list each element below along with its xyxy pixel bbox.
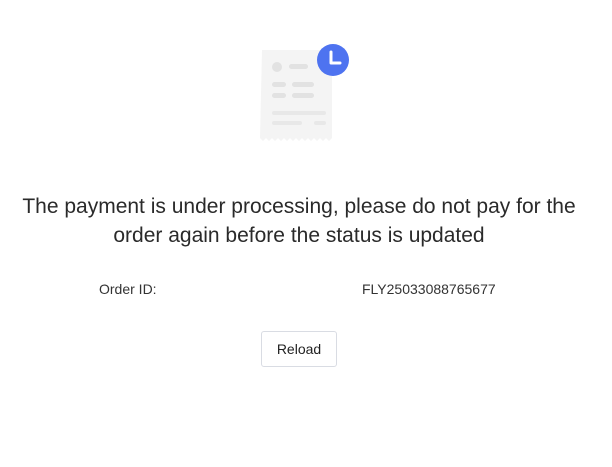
payment-status-page: The payment is under processing, please …	[0, 0, 612, 467]
order-id-row: Order ID: FLY25033088765677	[0, 279, 612, 299]
reload-button[interactable]: Reload	[261, 331, 337, 367]
receipt-clock-icon	[260, 44, 349, 141]
status-message: The payment is under processing, please …	[22, 195, 576, 247]
order-id-label: Order ID:	[99, 281, 157, 297]
order-id-value: FLY25033088765677	[362, 281, 496, 297]
